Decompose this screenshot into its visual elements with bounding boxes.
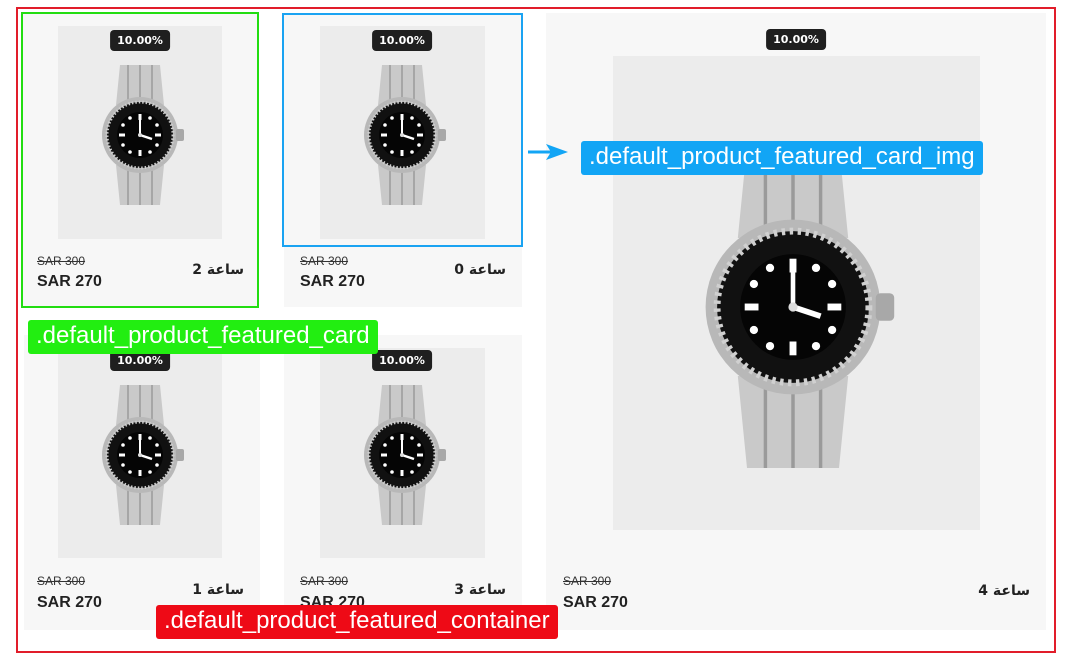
card-highlight-outline: [21, 12, 259, 308]
discount-badge: 10.00%: [766, 29, 826, 50]
product-card-featured[interactable]: 10.00% SAR 300 SAR 270 ساعة 4: [546, 13, 1046, 630]
old-price: SAR 300: [300, 254, 349, 268]
wristwatch-icon: [613, 56, 980, 530]
product-card-4[interactable]: 10.00% SAR 300 SAR 270 ساعة 3: [284, 335, 522, 630]
card-img-highlight-outline: [282, 13, 523, 247]
product-title[interactable]: ساعة 4: [978, 583, 1030, 599]
product-title[interactable]: ساعة 3: [454, 582, 506, 598]
product-card-3[interactable]: 10.00% SAR 300 SAR 270 ساعة 1: [24, 335, 260, 630]
product-image[interactable]: [58, 348, 222, 558]
container-class-label: .default_product_featured_container: [156, 605, 558, 639]
product-title[interactable]: ساعة 0: [454, 262, 506, 278]
wristwatch-icon: [362, 383, 448, 527]
product-image[interactable]: [613, 56, 980, 530]
discount-badge: 10.00%: [372, 350, 432, 371]
card-class-label: .default_product_featured_card: [28, 320, 378, 354]
arrow-right-icon: [528, 144, 568, 160]
new-price: SAR 270: [300, 273, 365, 290]
old-price: SAR 300: [300, 574, 349, 588]
old-price: SAR 300: [563, 574, 612, 588]
old-price: SAR 300: [37, 574, 86, 588]
product-title[interactable]: ساعة 1: [192, 582, 244, 598]
img-class-label: .default_product_featured_card_img: [581, 141, 983, 175]
wristwatch-icon: [100, 383, 186, 527]
new-price: SAR 270: [37, 594, 102, 611]
product-image[interactable]: [320, 348, 485, 558]
new-price: SAR 270: [563, 594, 628, 611]
